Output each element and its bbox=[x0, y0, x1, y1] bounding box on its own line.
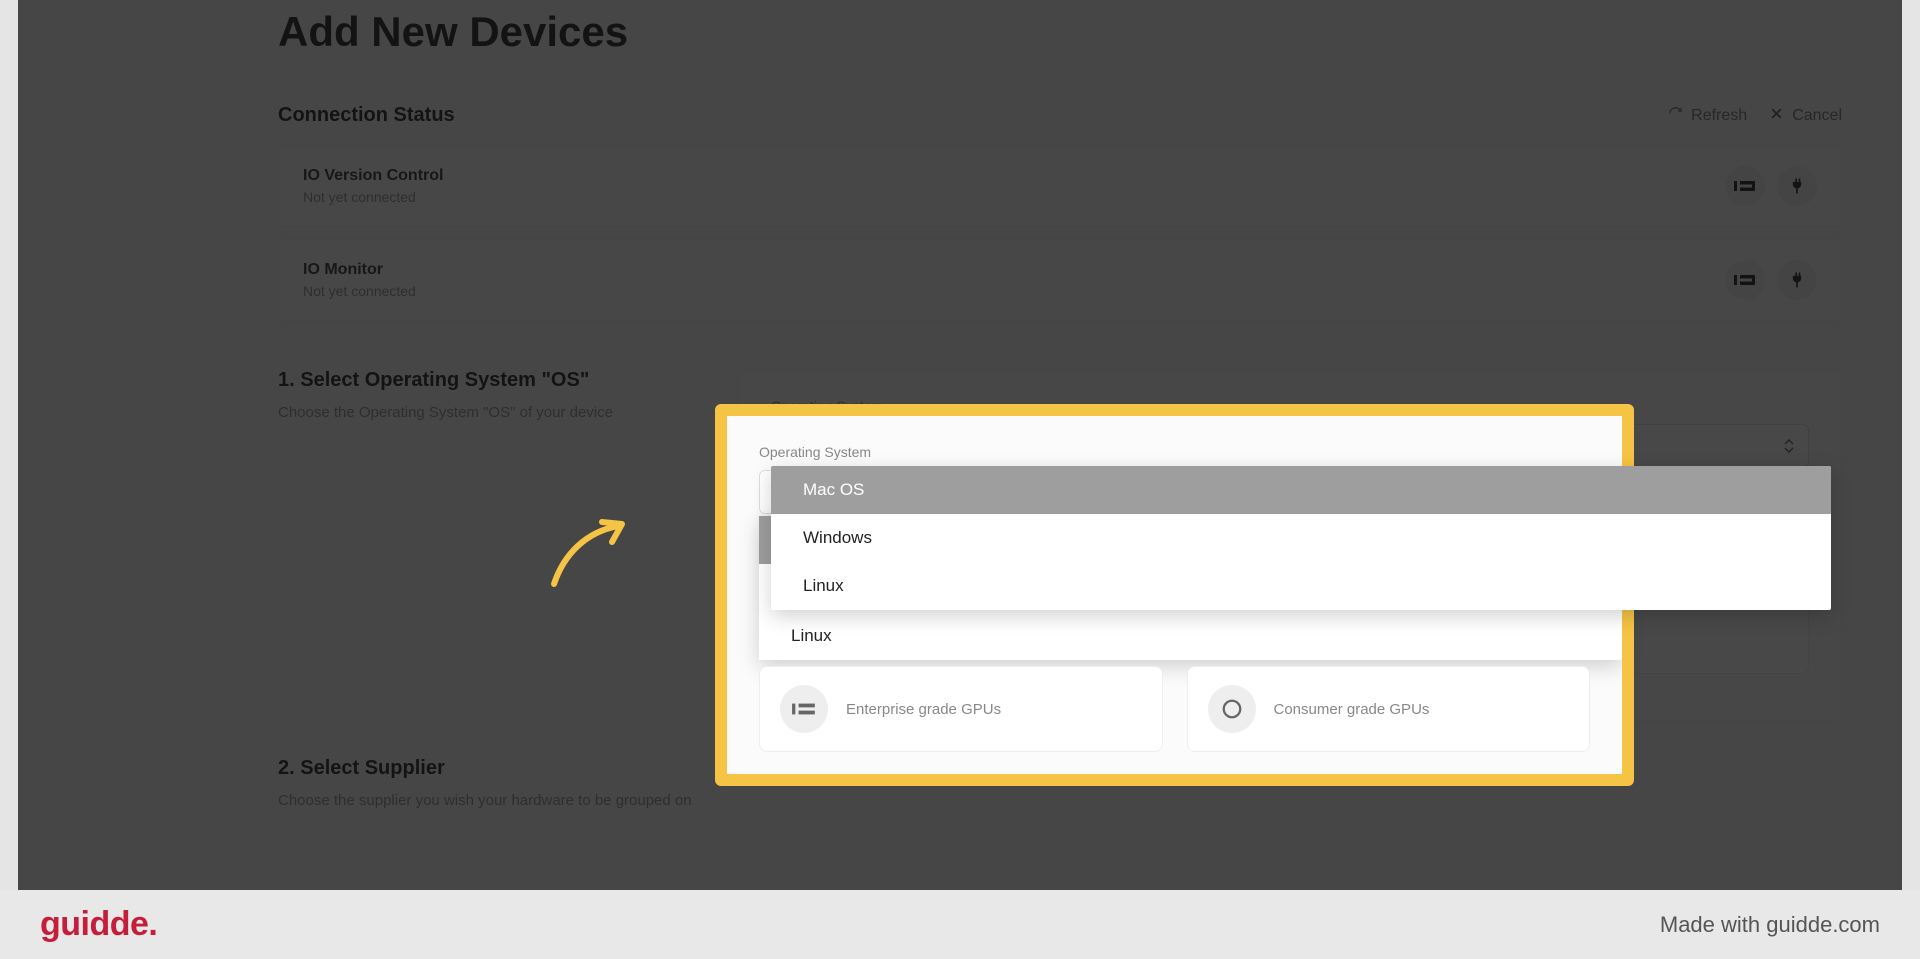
connection-item-name: IO Monitor bbox=[303, 261, 416, 279]
cancel-button[interactable]: Cancel bbox=[1769, 106, 1842, 126]
step2-heading: 2. Select Supplier bbox=[278, 757, 698, 780]
os-option-windows[interactable]: Windows bbox=[771, 514, 1831, 562]
arrow-annotation bbox=[546, 512, 636, 597]
step2-desc: Choose the supplier you wish your hardwa… bbox=[278, 790, 698, 812]
refresh-label: Refresh bbox=[1691, 107, 1747, 125]
os-option-macos[interactable]: Mac OS bbox=[771, 466, 1831, 514]
connection-item-status: Not yet connected bbox=[303, 283, 416, 299]
connection-status-heading: Connection Status bbox=[278, 104, 455, 127]
os-field-label: Operating System bbox=[771, 398, 1809, 414]
supplier-sub-fg: Enterprise grade GPUs bbox=[846, 701, 1001, 718]
enterprise-icon bbox=[780, 685, 828, 733]
connection-item: IO Monitor Not yet connected bbox=[278, 239, 1842, 321]
consumer-icon bbox=[1208, 685, 1256, 733]
connection-item: IO Version Control Not yet connected bbox=[278, 145, 1842, 227]
plug-icon[interactable] bbox=[1777, 166, 1817, 206]
brand-logo: guidde. bbox=[40, 905, 157, 944]
close-icon bbox=[1769, 106, 1784, 126]
supplier-sub-fg: Consumer grade GPUs bbox=[1274, 701, 1430, 718]
os-option-linux-fg[interactable]: Linux bbox=[759, 612, 1622, 660]
chevron-updown-icon bbox=[1784, 439, 1794, 453]
supplier-card-consumer-fg[interactable]: Consumer grade GPUs bbox=[1187, 666, 1591, 752]
os-dropdown: Mac OS Windows Linux bbox=[771, 466, 1831, 610]
os-field-label-fg: Operating System bbox=[759, 444, 1590, 460]
step1-heading: 1. Select Operating System "OS" bbox=[278, 369, 698, 392]
cancel-label: Cancel bbox=[1792, 107, 1842, 125]
refresh-button[interactable]: Refresh bbox=[1668, 106, 1747, 126]
io-logo-icon bbox=[1725, 260, 1765, 300]
footer-bar: guidde. Made with guidde.com bbox=[0, 890, 1920, 959]
plug-icon[interactable] bbox=[1777, 260, 1817, 300]
io-logo-icon bbox=[1725, 166, 1765, 206]
os-option-linux[interactable]: Linux bbox=[771, 562, 1831, 610]
supplier-card-enterprise-fg[interactable]: Enterprise grade GPUs bbox=[759, 666, 1163, 752]
step1-desc: Choose the Operating System "OS" of your… bbox=[278, 402, 698, 424]
connection-item-name: IO Version Control bbox=[303, 167, 443, 185]
made-with-label: Made with guidde.com bbox=[1660, 912, 1880, 938]
connection-item-status: Not yet connected bbox=[303, 189, 443, 205]
refresh-icon bbox=[1668, 106, 1683, 126]
page-title: Add New Devices bbox=[278, 0, 1842, 104]
